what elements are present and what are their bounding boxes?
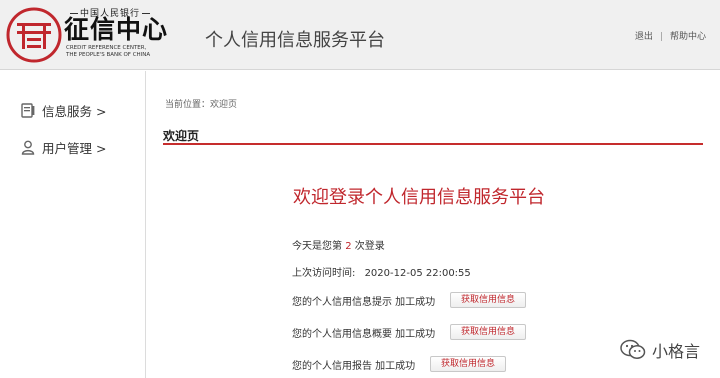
get-credit-info-button[interactable]: 获取信用信息 bbox=[450, 292, 527, 308]
last-visit-line: 上次访问时间: 2020-12-05 22:00:55 bbox=[292, 264, 471, 279]
logo-subtitle-line1: CREDIT REFERENCE CENTER, bbox=[66, 45, 147, 51]
document-icon bbox=[20, 102, 36, 118]
login-count-suffix: 次登录 bbox=[354, 241, 385, 252]
sidebar-item-label: 信息服务 > bbox=[42, 103, 107, 119]
watermark: 小格言 bbox=[620, 338, 700, 362]
header: 中国人民银行 征信中心 CREDIT REFERENCE CENTER, THE… bbox=[0, 0, 720, 70]
get-credit-info-button[interactable]: 获取信用信息 bbox=[430, 356, 507, 372]
login-count: 2 bbox=[345, 241, 352, 252]
wechat-icon bbox=[620, 339, 646, 359]
help-center-link[interactable]: 帮助中心 bbox=[670, 32, 706, 42]
section-title: 欢迎页 bbox=[163, 129, 200, 143]
credit-status-row: 您的个人信用信息提示 加工成功 bbox=[292, 297, 436, 308]
get-credit-info-button[interactable]: 获取信用信息 bbox=[450, 324, 527, 340]
login-count-line: 今天是您第 2 次登录 bbox=[292, 237, 385, 252]
title-divider bbox=[163, 143, 703, 145]
sidebar-item-user-management[interactable]: 用户管理 > bbox=[20, 136, 106, 158]
page: 中国人民银行 征信中心 CREDIT REFERENCE CENTER, THE… bbox=[0, 0, 720, 378]
credit-status-row: 您的个人信用信息概要 加工成功 bbox=[292, 329, 436, 340]
user-icon bbox=[20, 139, 36, 155]
sidebar-item-info-service[interactable]: 信息服务 > bbox=[20, 99, 106, 121]
last-visit-time: 2020-12-05 22:00:55 bbox=[364, 268, 471, 279]
logo-main-text: 征信中心 bbox=[64, 15, 169, 44]
logo-subtitle: CREDIT REFERENCE CENTER, THE PEOPLE'S BA… bbox=[66, 45, 150, 59]
breadcrumb: 当前位置：欢迎页 bbox=[165, 100, 238, 110]
top-links-separator: | bbox=[659, 32, 663, 42]
watermark-text: 小格言 bbox=[652, 342, 701, 361]
top-links: 退出 | 帮助中心 bbox=[635, 29, 706, 42]
sidebar: 信息服务 > 用户管理 > bbox=[0, 71, 146, 378]
logo-subtitle-line2: THE PEOPLE'S BANK OF CHINA bbox=[66, 52, 151, 58]
last-visit-label: 上次访问时间: bbox=[292, 268, 356, 279]
credit-status-row: 您的个人信用报告 加工成功 bbox=[292, 361, 416, 372]
credit-center-logo-icon bbox=[6, 7, 62, 63]
welcome-heading: 欢迎登录个人信用信息服务平台 bbox=[293, 187, 545, 208]
login-count-prefix: 今天是您第 bbox=[292, 241, 342, 252]
logout-link[interactable]: 退出 bbox=[635, 32, 653, 42]
site-title: 个人信用信息服务平台 bbox=[205, 30, 385, 51]
sidebar-item-label: 用户管理 > bbox=[42, 140, 107, 156]
